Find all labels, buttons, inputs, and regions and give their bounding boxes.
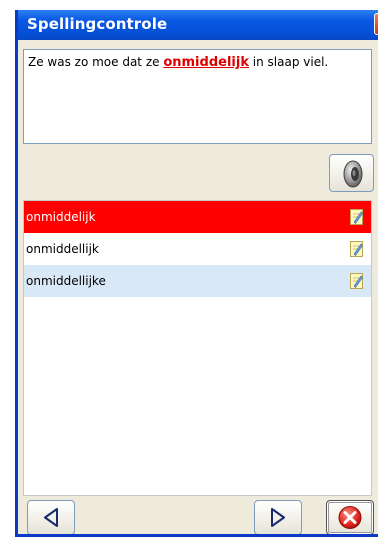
suggestion-item[interactable]: onmiddellijk: [24, 233, 371, 265]
misspelled-word: onmiddelijk: [163, 55, 249, 70]
arrow-left-icon: [44, 508, 58, 527]
next-button[interactable]: [254, 500, 302, 534]
sentence-text-box[interactable]: Ze was zo moe dat ze onmiddelijk in slaa…: [23, 49, 372, 144]
cancel-icon: [338, 506, 362, 529]
speak-button[interactable]: [329, 154, 374, 192]
title-bar[interactable]: Spellingcontrole X: [18, 10, 378, 40]
previous-button[interactable]: [27, 500, 75, 534]
suggestion-label: onmiddellijk: [26, 242, 99, 256]
suggestion-label: onmiddellijke: [26, 274, 106, 288]
sentence-text-before: Ze was zo moe dat ze: [28, 55, 164, 69]
arrow-right-icon: [271, 508, 285, 527]
sentence-text-after: in slaap viel.: [248, 55, 329, 69]
close-button[interactable]: X: [374, 13, 378, 35]
speaker-icon: [343, 160, 363, 188]
cancel-button[interactable]: [326, 500, 374, 534]
suggestion-item[interactable]: onmiddellijke: [24, 265, 371, 297]
suggestion-item-selected[interactable]: onmiddelijk: [24, 201, 371, 233]
suggestion-label: onmiddelijk: [26, 210, 96, 224]
edit-pencil-icon[interactable]: [350, 241, 363, 257]
suggestion-list[interactable]: onmiddelijk onmiddellijk onmiddellijke: [23, 200, 372, 496]
edit-pencil-icon[interactable]: [350, 273, 363, 289]
edit-pencil-icon[interactable]: [350, 209, 363, 225]
spellcheck-window: Spellingcontrole X Ze was zo moe dat ze …: [15, 10, 378, 537]
window-title: Spellingcontrole: [27, 15, 168, 33]
